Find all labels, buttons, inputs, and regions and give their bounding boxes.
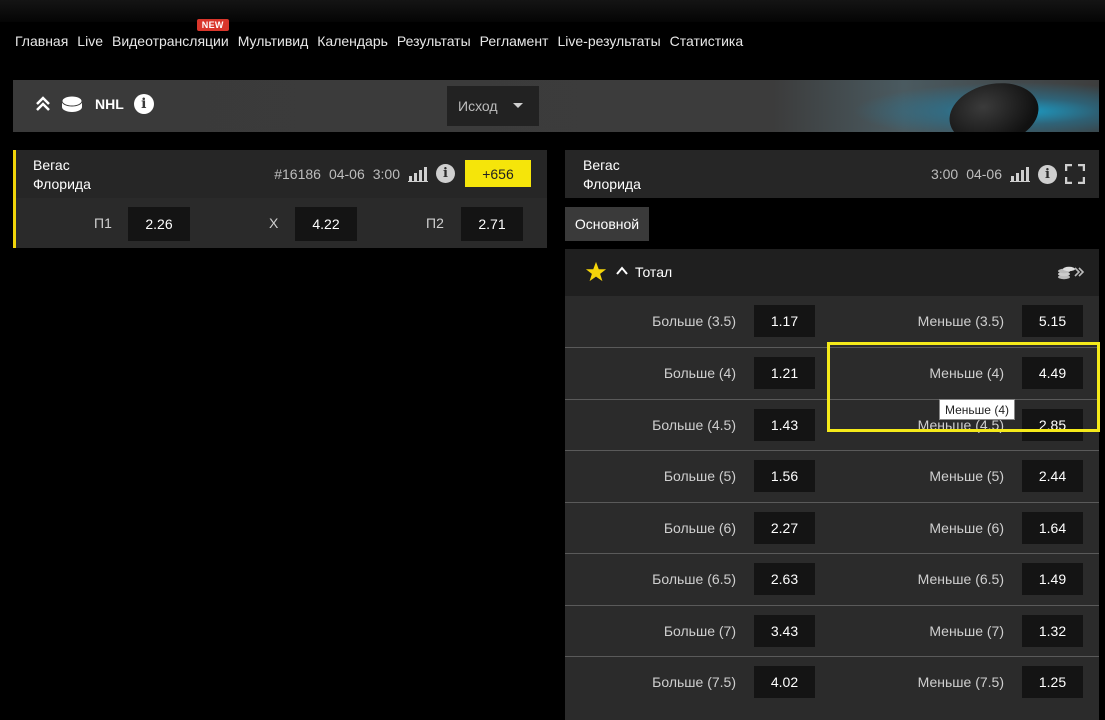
outcome-label-p1: П1 bbox=[94, 215, 112, 231]
coins-icon[interactable] bbox=[1057, 264, 1085, 280]
tooltip: Меньше (4) bbox=[939, 399, 1015, 420]
match-teams[interactable]: Вегас Флорида bbox=[33, 156, 91, 194]
detail-info-icon[interactable]: i bbox=[1038, 164, 1057, 184]
detail-date: 04-06 bbox=[966, 166, 1002, 182]
market-row: Больше (4) 1.21 Меньше (4) 4.49 bbox=[565, 347, 1099, 398]
over-odd-button[interactable]: 4.02 bbox=[754, 666, 815, 698]
under-odd-button[interactable]: 1.49 bbox=[1022, 563, 1083, 595]
under-label: Меньше (7.5) bbox=[917, 674, 1004, 690]
outcome-label-x: X bbox=[269, 215, 279, 231]
nav-item-broadcasts-label[interactable]: Видеотрансляции bbox=[112, 33, 229, 49]
caret-down-icon bbox=[513, 103, 523, 108]
match-card-header: Вегас Флорида #16186 04-06 3:00 i +656 bbox=[16, 150, 547, 198]
nav-item-multiview[interactable]: Мультивид bbox=[238, 33, 309, 49]
detail-team1-name: Вегас bbox=[583, 157, 620, 173]
over-label: Больше (7) bbox=[663, 623, 736, 639]
market-row: Больше (7.5) 4.02 Меньше (7.5) 1.25 bbox=[565, 656, 1099, 707]
over-label: Больше (3.5) bbox=[652, 313, 736, 329]
market-row: Больше (6) 2.27 Меньше (6) 1.64 bbox=[565, 502, 1099, 553]
expand-icon[interactable] bbox=[1065, 164, 1085, 184]
under-odd-button[interactable]: 1.25 bbox=[1022, 666, 1083, 698]
detail-meta: 3:00 04-06 i bbox=[931, 164, 1085, 184]
under-odd-button[interactable]: 2.44 bbox=[1022, 460, 1083, 492]
main-nav: Главная Live Видеотрансляции NEW Мультив… bbox=[15, 19, 744, 49]
nav-item-live-results[interactable]: Live-результаты bbox=[557, 33, 660, 49]
detail-team2-name: Флорида bbox=[583, 176, 641, 192]
match-card[interactable]: Вегас Флорида #16186 04-06 3:00 i +656 П… bbox=[13, 150, 547, 248]
under-odd-button[interactable]: 4.49 bbox=[1022, 357, 1083, 389]
nav-item-calendar[interactable]: Календарь bbox=[317, 33, 388, 49]
chevron-up-icon[interactable] bbox=[615, 265, 629, 277]
match-time: 3:00 bbox=[372, 165, 400, 182]
under-label: Меньше (6.5) bbox=[917, 571, 1004, 587]
under-label: Меньше (3.5) bbox=[917, 313, 1004, 329]
new-badge: NEW bbox=[196, 19, 229, 31]
league-title-group: NHL i bbox=[35, 94, 154, 114]
match-info-icon[interactable]: i bbox=[436, 164, 455, 183]
over-label: Больше (4) bbox=[663, 365, 736, 381]
over-label: Больше (6.5) bbox=[652, 571, 736, 587]
over-label: Больше (7.5) bbox=[652, 674, 736, 690]
over-odd-button[interactable]: 2.27 bbox=[754, 512, 815, 544]
team1-name: Вегас bbox=[33, 157, 70, 173]
over-odd-button[interactable]: 1.43 bbox=[754, 409, 815, 441]
nav-item-results[interactable]: Результаты bbox=[397, 33, 471, 49]
outcome-odds-row: П1 2.26 X 4.22 П2 2.71 bbox=[16, 207, 547, 241]
stats-bars-icon[interactable] bbox=[1010, 166, 1030, 182]
nav-item-home[interactable]: Главная bbox=[15, 33, 68, 49]
team2-name: Флорида bbox=[33, 176, 91, 192]
detail-time: 3:00 bbox=[930, 166, 959, 182]
nav-item-statistics[interactable]: Статистика bbox=[670, 33, 744, 49]
market-header[interactable]: Тотал bbox=[565, 249, 1099, 296]
market-row: Больше (7) 3.43 Меньше (7) 1.32 bbox=[565, 605, 1099, 656]
under-label: Меньше (6) bbox=[929, 520, 1004, 536]
info-icon[interactable]: i bbox=[133, 94, 154, 114]
market-row: Больше (6.5) 2.63 Меньше (6.5) 1.49 bbox=[565, 553, 1099, 604]
market-title: Тотал bbox=[635, 264, 673, 280]
nav-item-rules[interactable]: Регламент bbox=[480, 33, 549, 49]
over-label: Больше (5) bbox=[663, 468, 736, 484]
stats-bars-icon[interactable] bbox=[408, 166, 428, 182]
over-odd-button[interactable]: 3.43 bbox=[754, 615, 815, 647]
total-market: Тотал Больше (3.5) 1.17 Меньше (3.5) 5.15 Бо… bbox=[565, 249, 1099, 720]
under-odd-button[interactable]: 2.85 bbox=[1022, 409, 1083, 441]
over-odd-button[interactable]: 1.17 bbox=[754, 305, 815, 337]
star-icon[interactable] bbox=[585, 261, 607, 283]
market-row: Больше (4.5) 1.43 Меньше (4.5) 2.85 bbox=[565, 399, 1099, 450]
under-label: Меньше (4) bbox=[929, 365, 1004, 381]
more-markets-button[interactable]: +656 bbox=[465, 160, 531, 187]
market-type-select[interactable]: Исход bbox=[447, 86, 539, 126]
nav-item-live[interactable]: Live bbox=[77, 33, 103, 49]
market-row: Больше (3.5) 1.17 Меньше (3.5) 5.15 bbox=[565, 296, 1099, 347]
under-odd-button[interactable]: 5.15 bbox=[1022, 305, 1083, 337]
over-label: Больше (4.5) bbox=[652, 417, 736, 433]
match-detail-header: Вегас Флорида 3:00 04-06 i bbox=[565, 150, 1099, 198]
over-odd-button[interactable]: 1.56 bbox=[754, 460, 815, 492]
detail-teams: Вегас Флорида bbox=[583, 156, 641, 194]
over-label: Больше (6) bbox=[663, 520, 736, 536]
match-date: 04-06 bbox=[328, 165, 365, 182]
top-bar bbox=[0, 0, 1105, 22]
league-name[interactable]: NHL bbox=[95, 96, 124, 112]
over-odd-button[interactable]: 2.63 bbox=[754, 563, 815, 595]
under-odd-button[interactable]: 1.32 bbox=[1022, 615, 1083, 647]
over-odd-button[interactable]: 1.21 bbox=[754, 357, 815, 389]
odd-button-p2[interactable]: 2.71 bbox=[461, 207, 523, 241]
collapse-chevrons-icon[interactable] bbox=[35, 94, 51, 114]
tab-main[interactable]: Основной bbox=[565, 207, 649, 241]
odd-button-x[interactable]: 4.22 bbox=[295, 207, 357, 241]
match-meta: #16186 04-06 3:00 i +656 bbox=[274, 160, 531, 187]
nav-item-broadcasts[interactable]: Видеотрансляции NEW bbox=[112, 19, 229, 49]
under-odd-button[interactable]: 1.64 bbox=[1022, 512, 1083, 544]
odd-button-p1[interactable]: 2.26 bbox=[128, 207, 190, 241]
outcome-label-p2: П2 bbox=[426, 215, 444, 231]
market-row: Больше (5) 1.56 Меньше (5) 2.44 bbox=[565, 450, 1099, 501]
under-label: Меньше (5) bbox=[929, 468, 1004, 484]
hockey-puck-icon bbox=[61, 95, 83, 112]
league-header: NHL i Исход bbox=[13, 80, 1099, 132]
match-id: #16186 bbox=[274, 165, 321, 182]
market-type-select-value: Исход bbox=[458, 98, 498, 114]
under-label: Меньше (7) bbox=[929, 623, 1004, 639]
